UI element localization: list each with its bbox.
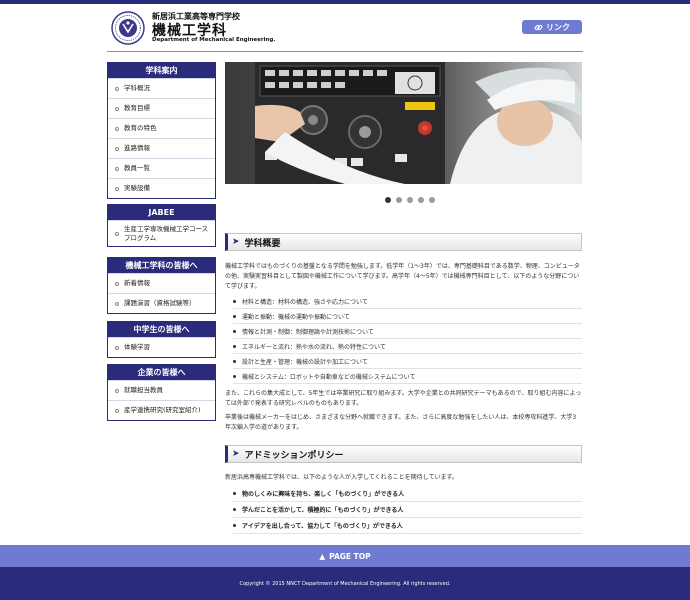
list-item: 物のしくみに興味を持ち、楽しく「ものづくり」ができる人 [233, 486, 582, 502]
bullet-icon [233, 508, 236, 511]
list-item: 運動と振動：機械の運動や振動について [233, 309, 582, 324]
overview-bullet-list: 材料と構造：材料の構造、強さや応力について 運動と振動：機械の運動や振動について… [233, 294, 582, 384]
sidebar-item-features[interactable]: 教育の特色 [108, 118, 215, 138]
bullet-icon [115, 345, 119, 350]
bullet-icon [233, 374, 236, 378]
sidebar-item-recruitment[interactable]: 就職担当教員 [108, 380, 215, 400]
sidebar-item-faculty[interactable]: 教員一覧 [108, 158, 215, 178]
sidebar-item-exercises[interactable]: 課題演習（資格試験等） [108, 293, 215, 313]
bullet-icon [115, 146, 119, 151]
bullet-icon [115, 166, 119, 171]
bullet-icon [233, 329, 236, 333]
sidebar-item-research[interactable]: 産学連携研究(研究室紹介) [108, 400, 215, 420]
link-button[interactable]: リンク [522, 20, 582, 34]
sidebar-item-experience[interactable]: 体験学習 [108, 337, 215, 357]
slider-dot[interactable] [418, 197, 424, 203]
copyright-text: Copyright © 2015 NNCT Department of Mech… [239, 580, 451, 587]
bullet-icon [115, 126, 119, 131]
slider-dot[interactable] [385, 197, 391, 203]
sidebar-item-jabee-program[interactable]: 生産工学専攻機械工学コース プログラム [108, 220, 215, 246]
footer: Copyright © 2015 NNCT Department of Mech… [0, 567, 690, 600]
list-item: 材料と構造：材料の構造、強さや応力について [233, 294, 582, 309]
list-item: 情報と計測・制御：制御理論や計測技術について [233, 324, 582, 339]
list-item: 学んだことを活かして、積極的に「ものづくり」ができる人 [233, 502, 582, 518]
sidebar-item-facilities[interactable]: 実験設備 [108, 178, 215, 198]
nav-group-department: 学科案内 学科概況 教育目標 教育の特色 進路情報 教員一覧 実験設備 [107, 62, 216, 199]
page-subtitle: Department of Mechanical Engineering. [152, 37, 276, 43]
sidebar-item-overview[interactable]: 学科概況 [108, 78, 215, 98]
bullet-icon [115, 106, 119, 111]
top-accent-bar [0, 0, 690, 4]
page-top-label: PAGE TOP [329, 551, 371, 561]
overview-intro: 機械工学科ではものづくりの基盤となる学問を勉強します。低学年（1〜3年）では、専… [225, 263, 580, 290]
bullet-icon [115, 388, 119, 393]
list-item: 機械とシステム：ロボットや自動車などの機械システムについて [233, 369, 582, 384]
nav-group-students: 機械工学科の皆様へ 新着情報 課題演習（資格試験等） [107, 257, 216, 314]
list-item: エネルギーと流れ：熱や水の流れ、熱の特性について [233, 339, 582, 354]
school-emblem-icon[interactable] [111, 11, 145, 45]
bullet-icon [233, 344, 236, 348]
header-divider [107, 51, 583, 52]
bullet-icon [115, 301, 119, 306]
admission-intro: 新居浜高専機械工学科では、以下のような人が入学してくれることを期待しています。 [225, 474, 458, 481]
sidebar-item-goals[interactable]: 教育目標 [108, 98, 215, 118]
nav-group-title: 機械工学科の皆様へ [108, 258, 215, 273]
list-item: アイデアを出し合って、協力して「ものづくり」ができる人 [233, 518, 582, 534]
chevron-right-icon: ➤ [232, 449, 240, 459]
overview-research-text: また、これらの集大成として、5年生では卒業研究に取り組みます。大学や企業との共同… [225, 390, 582, 407]
nav-group-junior-high: 中学生の皆様へ 体験学習 [107, 321, 216, 358]
bullet-icon [233, 524, 236, 527]
hero-image [225, 62, 582, 184]
link-button-label: リンク [546, 22, 570, 32]
bullet-icon [115, 281, 119, 286]
nav-group-title: 企業の皆様へ [108, 365, 215, 380]
bullet-icon [115, 186, 119, 191]
nav-group-title: 中学生の皆様へ [108, 322, 215, 337]
bullet-icon [233, 299, 236, 303]
slider-pagination [385, 197, 435, 203]
slider-dot[interactable] [407, 197, 413, 203]
admission-bullet-list: 物のしくみに興味を持ち、楽しく「ものづくり」ができる人 学んだことを活かして、積… [233, 486, 582, 534]
list-item: 設計と生産・管理：機械の設計や加工について [233, 354, 582, 369]
slider-dot[interactable] [396, 197, 402, 203]
bullet-icon [233, 314, 236, 318]
nav-group-companies: 企業の皆様へ 就職担当教員 産学連携研究(研究室紹介) [107, 364, 216, 421]
arrow-up-icon: ▲ [319, 551, 326, 561]
bullet-icon [115, 408, 119, 413]
slider-dot[interactable] [429, 197, 435, 203]
nav-group-title: JABEE [108, 205, 215, 220]
sidebar-item-career[interactable]: 進路情報 [108, 138, 215, 158]
bullet-icon [115, 231, 119, 236]
section-heading-admission: ➤ アドミッションポリシー [225, 445, 582, 463]
page-top-button[interactable]: ▲ PAGE TOP [0, 545, 690, 567]
bullet-icon [233, 492, 236, 495]
overview-career-text: 卒業後は機械メーカーをはじめ、さまざまな分野へ就職できます。また、さらに高度な勉… [225, 414, 577, 431]
nav-group-jabee: JABEE 生産工学専攻機械工学コース プログラム [107, 204, 216, 247]
link-icon [534, 24, 543, 30]
section-heading-overview: ➤ 学科概要 [225, 233, 582, 251]
bullet-icon [115, 86, 119, 91]
sidebar-item-news[interactable]: 新着情報 [108, 273, 215, 293]
chevron-right-icon: ➤ [232, 237, 240, 247]
bullet-icon [233, 359, 236, 363]
nav-group-title: 学科案内 [108, 63, 215, 78]
